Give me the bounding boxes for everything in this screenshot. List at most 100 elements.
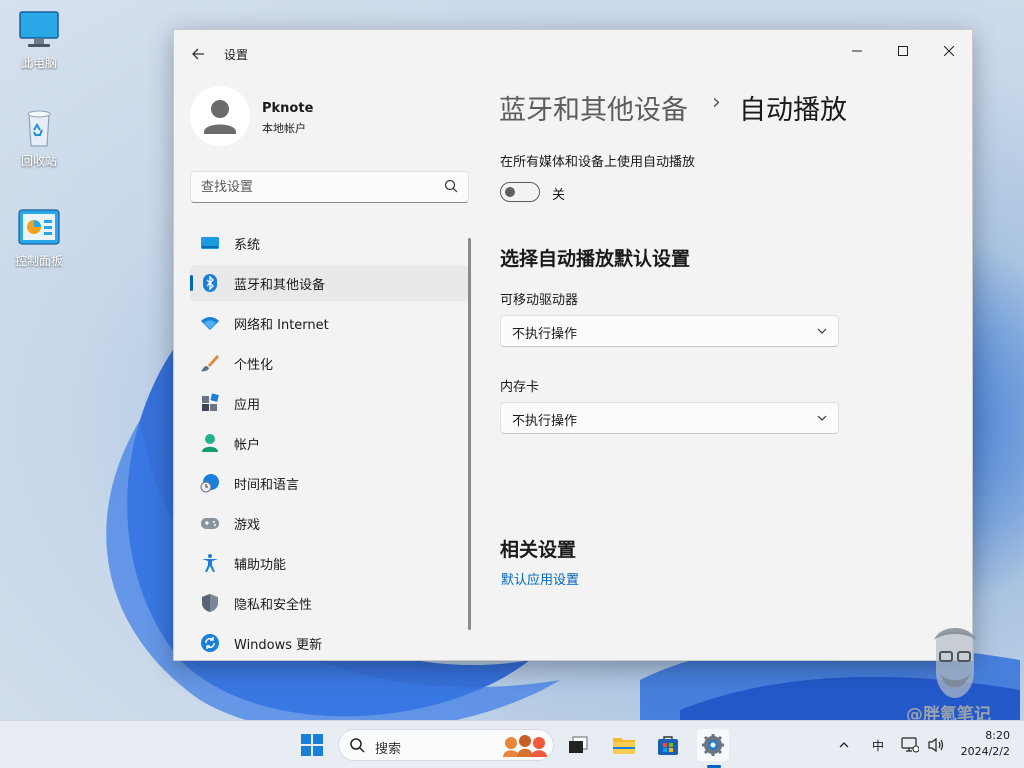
sidebar-item-label: 隐私和安全性: [234, 597, 313, 613]
title-bar: 设置: [174, 30, 972, 76]
volume-tray-button[interactable]: [924, 729, 948, 761]
default-apps-link[interactable]: 默认应用设置: [501, 569, 579, 588]
close-icon: [943, 45, 955, 57]
taskbar-search-label: 搜索: [375, 742, 402, 757]
input-method-indicator[interactable]: 中: [872, 737, 884, 754]
file-explorer-button[interactable]: [608, 729, 640, 761]
taskbar: 搜索 中 8:20 2024/2/2: [0, 720, 1024, 768]
wifi-icon: [200, 313, 220, 333]
network-tray-button[interactable]: [898, 729, 922, 761]
chevron-up-icon: [839, 742, 849, 748]
sidebar-nav: 系统 蓝牙和其他设备 网络和 Internet 个性化 应用 帐户 时间和语言: [190, 225, 468, 665]
globe-clock-icon: [200, 473, 220, 493]
gear-icon: [702, 734, 724, 756]
clock-date: 2024/2/2: [960, 745, 1010, 758]
sidebar-item-time-language[interactable]: 时间和语言: [190, 465, 468, 501]
sidebar-item-label: 游戏: [234, 517, 261, 533]
sidebar-item-system[interactable]: 系统: [190, 225, 468, 261]
volume-icon: [928, 737, 944, 753]
windows-logo-icon: [301, 734, 323, 756]
sidebar-item-label: Windows 更新: [234, 637, 323, 653]
search-icon: [350, 738, 365, 753]
sidebar-item-label: 蓝牙和其他设备: [234, 277, 326, 293]
defaults-section-title: 选择自动播放默认设置: [500, 248, 691, 270]
removable-drive-label: 可移动驱动器: [500, 293, 579, 308]
apps-icon: [200, 393, 220, 413]
tray-overflow-button[interactable]: [832, 729, 856, 761]
desktop-icon-control-panel[interactable]: 控制面板: [7, 208, 71, 269]
system-icon: [200, 233, 220, 253]
settings-window: 设置 Pknote 本地帐户 系统 蓝牙和其他设备 网络和 Intern: [173, 29, 973, 661]
sidebar-item-label: 应用: [234, 397, 261, 413]
desktop-icon-label: 控制面板: [14, 254, 63, 268]
accessibility-icon: [200, 553, 220, 573]
clock[interactable]: 8:20 2024/2/2: [961, 728, 1010, 760]
search-input[interactable]: [191, 172, 431, 202]
watermark-face-icon: [934, 628, 976, 698]
toggle-knob: [505, 187, 515, 197]
sidebar-item-label: 网络和 Internet: [234, 317, 329, 333]
arrow-left-icon: [192, 48, 204, 60]
user-name: Pknote: [262, 101, 314, 116]
sidebar-item-accessibility[interactable]: 辅助功能: [190, 545, 468, 581]
store-button[interactable]: [652, 729, 684, 761]
autoplay-toggle[interactable]: [500, 182, 540, 202]
desktop-icon-recycle-bin[interactable]: 回收站: [7, 108, 71, 169]
sidebar-item-label: 辅助功能: [234, 557, 287, 573]
desktop-icon-label: 回收站: [20, 154, 57, 168]
window-title: 设置: [224, 48, 249, 62]
folder-icon: [613, 738, 635, 754]
sidebar-item-label: 系统: [234, 237, 261, 253]
sidebar-item-apps[interactable]: 应用: [190, 385, 468, 421]
avatar[interactable]: [190, 86, 250, 146]
settings-search[interactable]: [190, 171, 469, 203]
sidebar-scrollbar[interactable]: [468, 238, 471, 630]
sidebar-item-accounts[interactable]: 帐户: [190, 425, 468, 461]
desktop-icon-this-pc[interactable]: 此电脑: [7, 10, 71, 71]
update-icon: [200, 633, 220, 653]
sidebar-item-windows-update[interactable]: Windows 更新: [190, 625, 468, 661]
start-button[interactable]: [296, 729, 328, 761]
account-type: 本地帐户: [262, 122, 306, 135]
autoplay-setting-label: 在所有媒体和设备上使用自动播放: [500, 155, 696, 170]
removable-drive-select[interactable]: 不执行操作: [500, 315, 839, 347]
store-icon: [658, 736, 678, 755]
brush-icon: [200, 353, 220, 373]
computer-icon: [17, 10, 61, 50]
toggle-state-text: 关: [552, 188, 566, 203]
sidebar-item-personalization[interactable]: 个性化: [190, 345, 468, 381]
sidebar-item-bluetooth[interactable]: 蓝牙和其他设备: [190, 265, 468, 301]
minimize-button[interactable]: [834, 36, 880, 68]
user-icon: [204, 100, 236, 134]
related-settings-title: 相关设置: [500, 539, 577, 561]
bluetooth-icon: [200, 273, 220, 293]
sidebar-item-network[interactable]: 网络和 Internet: [190, 305, 468, 341]
task-view-button[interactable]: [562, 729, 594, 761]
control-panel-icon: [17, 208, 61, 248]
close-button[interactable]: [926, 36, 972, 68]
task-view-icon: [569, 736, 588, 753]
chevron-down-icon: [817, 415, 827, 421]
maximize-button[interactable]: [880, 36, 926, 68]
back-button[interactable]: [186, 42, 210, 66]
sidebar-item-gaming[interactable]: 游戏: [190, 505, 468, 541]
minimize-icon: [852, 50, 862, 52]
account-icon: [200, 433, 220, 453]
sidebar-item-label: 时间和语言: [234, 477, 300, 493]
taskbar-search[interactable]: 搜索: [338, 729, 554, 761]
sidebar-item-label: 个性化: [234, 357, 274, 373]
sidebar-item-label: 帐户: [234, 437, 261, 453]
search-highlight-icon: [503, 735, 547, 757]
select-value: 不执行操作: [512, 327, 578, 342]
shield-icon: [200, 593, 220, 613]
gamepad-icon: [200, 513, 220, 533]
search-icon: [444, 179, 458, 193]
sidebar-item-privacy[interactable]: 隐私和安全性: [190, 585, 468, 621]
memory-card-select[interactable]: 不执行操作: [500, 402, 839, 434]
recycle-bin-icon: [17, 108, 61, 148]
maximize-icon: [898, 46, 908, 56]
memory-card-label: 内存卡: [500, 380, 540, 395]
settings-taskbar-button[interactable]: [697, 729, 729, 761]
chevron-down-icon: [817, 328, 827, 334]
breadcrumb-parent[interactable]: 蓝牙和其他设备: [499, 88, 688, 127]
